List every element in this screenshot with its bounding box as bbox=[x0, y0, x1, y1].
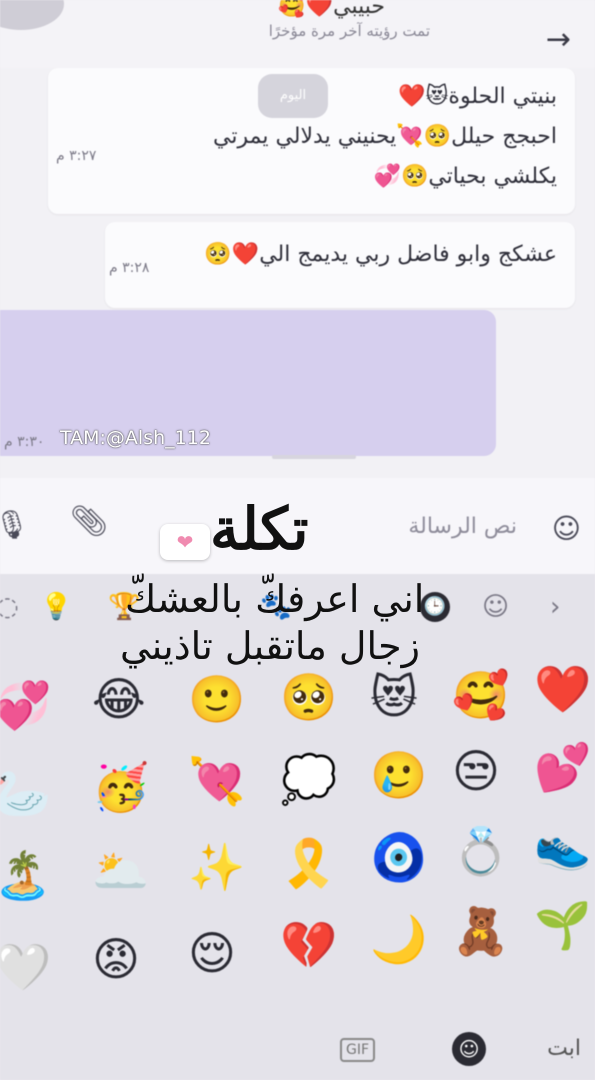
emoji-key[interactable]: 🥰 bbox=[452, 672, 509, 718]
message-line: يكلشي بحياتي🥺💞 bbox=[373, 164, 557, 189]
emoji-key[interactable]: 🎗️ bbox=[280, 840, 337, 886]
contact-name[interactable]: حبيبي❤️🥰 bbox=[278, 0, 385, 19]
message-text: عشكج وابو فاضل ربي يديمج الي❤️🥺 bbox=[204, 242, 557, 267]
emoji-key[interactable]: 🌱 bbox=[534, 902, 591, 948]
message-input[interactable]: نص الرسالة bbox=[408, 514, 517, 539]
emoji-key[interactable]: ❤️ bbox=[534, 666, 591, 712]
caption-title: تكلة bbox=[210, 495, 309, 563]
mic-icon[interactable]: 🎙︎ bbox=[0, 508, 30, 541]
message-line: بنيتي الحلوة😻❤️ bbox=[398, 84, 557, 109]
emoji-key[interactable]: 😒 bbox=[452, 748, 500, 794]
message-time: ٣:٣٠ م bbox=[4, 434, 45, 450]
emoji-key[interactable]: 🧸 bbox=[452, 908, 509, 954]
emoji-key[interactable]: 💘 bbox=[188, 758, 245, 804]
keyboard-bottom-row: GIF ☺ ابت bbox=[0, 1026, 595, 1080]
date-pill: اليوم bbox=[258, 74, 328, 118]
emoji-key[interactable]: 💔 bbox=[280, 922, 337, 968]
avatar[interactable] bbox=[0, 0, 64, 30]
incoming-message[interactable]: اليوم بنيتي الحلوة😻❤️ احبجج حيلل🥺💘يحنيني… bbox=[48, 68, 575, 214]
emoji-key[interactable]: 💍 bbox=[452, 828, 509, 874]
clock-icon[interactable]: 🕒 bbox=[420, 592, 450, 622]
emoji-key[interactable]: 👟 bbox=[534, 822, 591, 868]
caption-line: اني اعرفكّ بالعشكّ bbox=[125, 577, 425, 621]
emoji-key[interactable]: 🥺 bbox=[280, 674, 337, 720]
emoji-key[interactable]: 😻 bbox=[370, 674, 418, 720]
emoji-key[interactable]: 🥲 bbox=[370, 752, 427, 798]
emoji-key[interactable]: 🤍 bbox=[0, 944, 51, 990]
emoji-key[interactable]: 🌥️ bbox=[92, 848, 149, 894]
heart-speech-bubble-icon: ❤ bbox=[160, 524, 210, 560]
last-seen-status: تمت رؤيته آخر مرة مؤخرًا bbox=[268, 22, 430, 40]
gif-button[interactable]: GIF bbox=[340, 1038, 376, 1062]
emoji-key[interactable]: 🌙 bbox=[370, 916, 427, 962]
emoji-key[interactable]: 😂 bbox=[92, 676, 146, 722]
emoji-key[interactable]: 🦢 bbox=[0, 770, 51, 816]
emoji-key[interactable]: 🏝️ bbox=[0, 852, 51, 898]
smile-icon[interactable]: ☺ bbox=[552, 512, 581, 545]
emoji-key[interactable]: 😌 bbox=[188, 930, 236, 976]
lightbulb-icon[interactable]: 💡 bbox=[40, 592, 72, 622]
message-time: ٣:٢٨ م bbox=[109, 260, 150, 276]
message-line: احبجج حيلل🥺💘يحنيني يدلالي يمرتي bbox=[213, 124, 557, 149]
chevron-right-icon[interactable]: › bbox=[550, 592, 560, 622]
emoji-tab-icon[interactable]: ☺ bbox=[452, 1032, 486, 1066]
category-icon[interactable]: ◌ bbox=[0, 592, 19, 622]
smiley-category-icon[interactable]: ☺ bbox=[482, 592, 509, 622]
emoji-key[interactable]: 😡 bbox=[92, 936, 140, 982]
watermark: TAM:@Alsh_112 bbox=[60, 427, 211, 449]
emoji-key[interactable]: 🥳 bbox=[92, 764, 149, 810]
scroll-indicator bbox=[272, 455, 356, 459]
emoji-key[interactable]: 🧿 bbox=[370, 834, 427, 880]
message-list: اليوم بنيتي الحلوة😻❤️ احبجج حيلل🥺💘يحنيني… bbox=[0, 68, 595, 478]
message-time: ٣:٢٧ م bbox=[56, 148, 97, 164]
caption-line: زجال ماتقبل تاذيني bbox=[120, 624, 420, 668]
paperclip-icon[interactable]: 📎︎ bbox=[70, 504, 108, 539]
chat-header: حبيبي❤️🥰 تمت رؤيته آخر مرة مؤخرًا → bbox=[0, 0, 595, 68]
emoji-key[interactable]: 🙂 bbox=[188, 676, 245, 722]
emoji-key[interactable]: 💕 bbox=[534, 744, 591, 790]
incoming-message[interactable]: عشكج وابو فاضل ربي يديمج الي❤️🥺 ٣:٢٨ م bbox=[105, 222, 575, 308]
arrow-right-icon[interactable]: → bbox=[546, 22, 571, 57]
emoji-key[interactable]: ✨ bbox=[188, 844, 245, 890]
abc-switch-button[interactable]: ابت bbox=[547, 1036, 581, 1061]
emoji-key[interactable]: 💞 bbox=[0, 682, 51, 728]
emoji-key[interactable]: 💭 bbox=[280, 756, 337, 802]
